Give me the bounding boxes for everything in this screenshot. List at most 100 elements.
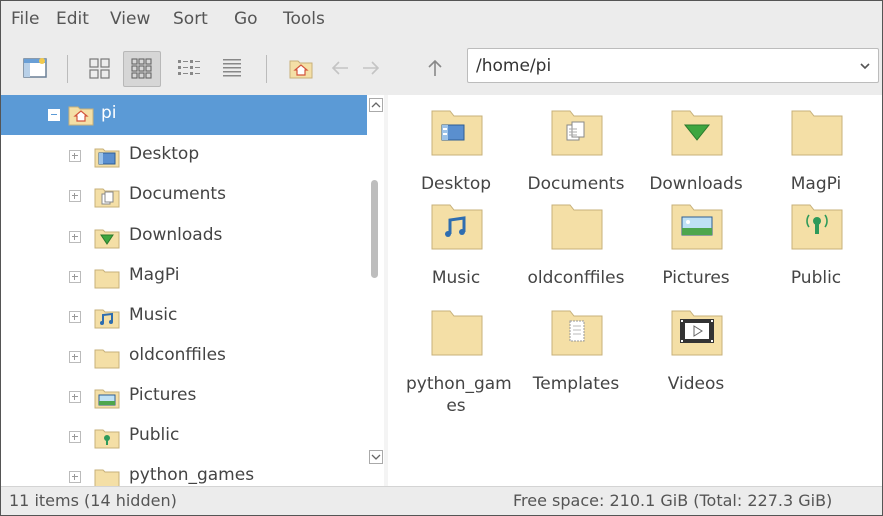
compact-view-icon[interactable] xyxy=(174,54,202,82)
thumbnail-view-icon xyxy=(131,58,152,79)
documents-folder-icon xyxy=(551,110,603,156)
list-view-icon[interactable] xyxy=(218,54,246,82)
home-folder-icon[interactable] xyxy=(287,54,315,82)
downloads-folder-icon xyxy=(94,229,120,249)
music-folder-icon xyxy=(431,204,483,250)
file-label: Templates xyxy=(532,374,620,394)
tree-item-documents[interactable]: Documents xyxy=(1,176,371,216)
item-count: 11 items (14 hidden) xyxy=(9,491,177,510)
tree-item-desktop[interactable]: Desktop xyxy=(1,136,371,176)
forward-arrow-icon[interactable] xyxy=(357,54,385,82)
file-item-public[interactable]: Public xyxy=(756,189,876,289)
tree-item-pi[interactable]: pi xyxy=(1,95,371,135)
expand-icon[interactable] xyxy=(69,391,81,403)
path-input[interactable]: /home/pi xyxy=(476,56,551,76)
file-icon-view: Desktop Documents Downloads MagPi Music … xyxy=(388,95,882,486)
expand-icon[interactable] xyxy=(69,431,81,443)
menu-go[interactable]: Go xyxy=(234,9,258,29)
file-item-magpi[interactable]: MagPi xyxy=(756,95,876,195)
tree-label: Music xyxy=(129,305,178,325)
expand-icon[interactable] xyxy=(69,471,81,483)
collapse-icon[interactable] xyxy=(48,109,60,121)
documents-folder-icon xyxy=(94,188,120,208)
chevron-down-icon[interactable] xyxy=(858,59,872,73)
tree-item-magpi[interactable]: MagPi xyxy=(1,257,371,297)
tree-item-music[interactable]: Music xyxy=(1,297,371,337)
public-folder-icon xyxy=(94,429,120,449)
toolbar: /home/pi xyxy=(1,43,882,95)
scroll-up-icon[interactable] xyxy=(369,98,383,112)
free-space: Free space: 210.1 GiB (Total: 227.3 GiB) xyxy=(513,491,833,510)
file-item-downloads[interactable]: Downloads xyxy=(636,95,756,195)
icon-view-icon[interactable] xyxy=(86,54,114,82)
up-arrow-icon[interactable] xyxy=(421,54,449,82)
file-label: python_gam es xyxy=(406,374,512,416)
desktop-folder-icon xyxy=(94,148,120,168)
folder-icon xyxy=(431,310,483,356)
tree-item-public[interactable]: Public xyxy=(1,417,371,457)
tree-scrollbar[interactable] xyxy=(367,95,384,486)
file-item-videos[interactable]: Videos xyxy=(636,295,756,395)
menu-view[interactable]: View xyxy=(110,9,150,29)
file-item-music[interactable]: Music xyxy=(396,189,516,289)
new-window-icon[interactable] xyxy=(21,54,49,82)
folder-icon xyxy=(94,349,120,369)
expand-icon[interactable] xyxy=(69,190,81,202)
file-manager-window: File Edit View Sort Go Tools /home/pi pi… xyxy=(0,0,883,516)
toolbar-separator xyxy=(266,55,267,83)
menu-file[interactable]: File xyxy=(11,9,39,29)
tree-label: Pictures xyxy=(129,385,197,405)
tree-label: Documents xyxy=(129,184,226,204)
tree-label: Downloads xyxy=(129,225,223,245)
expand-icon[interactable] xyxy=(69,351,81,363)
file-item-documents[interactable]: Documents xyxy=(516,95,636,195)
folder-icon xyxy=(94,269,120,289)
pictures-folder-icon xyxy=(94,389,120,409)
tree-item-oldconffiles[interactable]: oldconffiles xyxy=(1,337,371,377)
file-label: oldconffiles xyxy=(527,268,625,288)
tree-label: MagPi xyxy=(129,265,180,285)
file-item-desktop[interactable]: Desktop xyxy=(396,95,516,195)
tree-item-python-games[interactable]: python_games xyxy=(1,457,371,486)
templates-folder-icon xyxy=(551,310,603,356)
file-item-pictures[interactable]: Pictures xyxy=(636,189,756,289)
expand-icon[interactable] xyxy=(69,271,81,283)
tree-item-pictures[interactable]: Pictures xyxy=(1,377,371,417)
downloads-folder-icon xyxy=(671,110,723,156)
tree-label: Public xyxy=(129,425,180,445)
folder-icon xyxy=(791,110,843,156)
file-label: Pictures xyxy=(662,268,730,288)
tree-label: Desktop xyxy=(129,144,200,164)
tree-label: oldconffiles xyxy=(129,345,226,365)
expand-icon[interactable] xyxy=(69,231,81,243)
status-bar: 11 items (14 hidden) Free space: 210.1 G… xyxy=(1,486,882,515)
expand-icon[interactable] xyxy=(69,150,81,162)
folder-icon xyxy=(94,469,120,486)
file-item-oldconffiles[interactable]: oldconffiles xyxy=(516,189,636,289)
thumbnail-view-button[interactable] xyxy=(123,51,161,87)
file-label: Public xyxy=(790,268,842,288)
music-folder-icon xyxy=(94,309,120,329)
file-item-python-games[interactable]: python_gam es xyxy=(396,295,516,435)
path-bar[interactable]: /home/pi xyxy=(467,48,879,83)
folder-icon xyxy=(551,204,603,250)
back-arrow-icon[interactable] xyxy=(326,54,354,82)
tree-label: python_games xyxy=(129,465,255,485)
toolbar-separator xyxy=(67,55,68,83)
menu-sort[interactable]: Sort xyxy=(173,9,208,29)
menu-tools[interactable]: Tools xyxy=(283,9,325,29)
file-label: Music xyxy=(431,268,481,288)
folder-tree: pi Desktop Documents Downloads MagPi Mus… xyxy=(1,95,384,486)
tree-label-pi: pi xyxy=(101,103,117,123)
pictures-folder-icon xyxy=(671,204,723,250)
expand-icon[interactable] xyxy=(69,311,81,323)
videos-folder-icon xyxy=(671,310,723,356)
tree-item-downloads[interactable]: Downloads xyxy=(1,217,371,257)
menu-edit[interactable]: Edit xyxy=(56,9,89,29)
scroll-down-icon[interactable] xyxy=(369,450,383,464)
desktop-folder-icon xyxy=(431,110,483,156)
file-item-templates[interactable]: Templates xyxy=(516,295,636,395)
file-label: Videos xyxy=(667,374,725,394)
menu-bar: File Edit View Sort Go Tools xyxy=(1,1,882,43)
scrollbar-thumb[interactable] xyxy=(371,180,378,278)
